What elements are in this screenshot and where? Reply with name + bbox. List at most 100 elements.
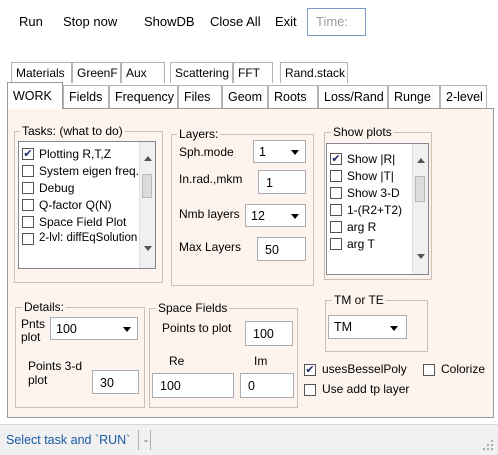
chevron-down-icon [291, 150, 299, 155]
tab-fft[interactable]: FFT [233, 62, 273, 83]
list-item[interactable]: 1-(R2+T2) [329, 202, 411, 219]
list-item[interactable]: ✔ Plotting R,T,Z [21, 146, 139, 163]
tab-rand-stack[interactable]: Rand.stack [280, 62, 348, 83]
re-input[interactable]: 100 [152, 373, 234, 398]
use-add-layer-label: Use add tp layer [322, 382, 410, 396]
tab-greenf[interactable]: GreenF [72, 62, 121, 83]
plot-checkbox[interactable] [330, 170, 342, 182]
task-label: 2-lvl: diffEqSolution [39, 232, 138, 244]
task-checkbox[interactable] [22, 182, 34, 194]
chevron-down-icon [291, 214, 299, 219]
plot-checkbox[interactable] [330, 238, 342, 250]
show-plots-list[interactable]: ✔ Show |R| Show |T| Show 3-D 1-(R2+T2) a… [326, 143, 429, 275]
space-fields-title: Space Fields [156, 301, 230, 315]
scroll-down-icon[interactable] [417, 254, 425, 259]
tm-te-select[interactable]: TM [328, 315, 407, 339]
run-menu-item[interactable]: Run [19, 14, 43, 29]
tab-scattering[interactable]: Scattering [170, 62, 233, 83]
list-item[interactable]: 2-lvl: diffEqSolution [21, 231, 139, 248]
status-bar: Select task and `RUN` - [0, 424, 498, 455]
use-add-layer-checkbox[interactable] [304, 384, 316, 396]
in-rad-input[interactable]: 1 [258, 170, 306, 194]
nmb-layers-select[interactable]: 12 [245, 204, 306, 227]
list-item[interactable]: arg T [329, 236, 411, 253]
chevron-down-icon [123, 327, 131, 332]
list-item[interactable]: Debug [21, 180, 139, 197]
stop-now-menu-item[interactable]: Stop now [63, 14, 117, 29]
layers-title: Layers: [177, 127, 221, 141]
list-item[interactable]: Show |T| [329, 168, 411, 185]
uses-bessel-checkbox[interactable]: ✔ [304, 364, 316, 376]
sph-mode-select[interactable]: 1 [253, 140, 306, 163]
scroll-thumb[interactable] [415, 176, 425, 202]
colorize-label: Colorize [441, 362, 486, 376]
tab-materials[interactable]: Materials [11, 62, 72, 83]
tab-2-level[interactable]: 2-level [440, 85, 487, 108]
tab-runge[interactable]: Runge [388, 85, 440, 108]
list-item[interactable]: Show 3-D [329, 185, 411, 202]
nmb-layers-value: 12 [251, 209, 265, 223]
scroll-up-icon[interactable] [417, 158, 425, 163]
max-layers-label: Max Layers [179, 240, 242, 254]
task-label: Plotting R,T,Z [39, 147, 112, 161]
plot-checkbox[interactable] [330, 187, 342, 199]
points-3d-input[interactable]: 30 [92, 370, 139, 394]
list-item[interactable]: Space Field Plot [21, 214, 139, 231]
close-all-menu-item[interactable]: Close All [210, 14, 261, 29]
tab-frequency[interactable]: Frequency [109, 85, 178, 108]
tab-aux[interactable]: Aux [121, 62, 165, 83]
status-message: Select task and `RUN` [6, 433, 131, 447]
plot-checkbox[interactable] [330, 221, 342, 233]
tab-roots[interactable]: Roots [268, 85, 318, 108]
task-label: Debug [39, 181, 75, 195]
status-extra: - [144, 433, 148, 447]
points-to-plot-input[interactable]: 100 [245, 321, 293, 346]
plot-label: arg R [347, 220, 377, 234]
list-item[interactable]: Q-factor Q(N) [21, 197, 139, 214]
im-label: Im [254, 354, 268, 368]
menu-bar: Run Stop now ShowDB Close All Exit Time: [0, 0, 498, 52]
max-layers-input[interactable]: 50 [257, 237, 306, 261]
tasks-scrollbar[interactable] [139, 142, 155, 268]
uses-bessel-label: usesBesselPoly [322, 362, 407, 376]
tab-files[interactable]: Files [178, 85, 222, 108]
task-checkbox[interactable]: ✔ [22, 148, 34, 160]
points-to-plot-label: Points to plot [162, 321, 232, 335]
tab-fields[interactable]: Fields [63, 85, 109, 108]
tab-geom[interactable]: Geom [222, 85, 268, 108]
list-item[interactable]: arg R [329, 219, 411, 236]
tasks-list[interactable]: ✔ Plotting R,T,Z System eigen freq. Debu… [18, 141, 156, 269]
plot-label: Show |T| [347, 169, 394, 183]
exit-menu-item[interactable]: Exit [275, 14, 297, 29]
scroll-thumb[interactable] [142, 174, 152, 198]
task-checkbox[interactable] [22, 233, 34, 245]
plot-checkbox[interactable] [330, 204, 342, 216]
list-item[interactable]: ✔ Show |R| [329, 151, 411, 168]
showdb-menu-item[interactable]: ShowDB [144, 14, 195, 29]
task-label: Space Field Plot [39, 215, 127, 229]
colorize-checkbox[interactable] [423, 364, 435, 376]
tab-loss-rand[interactable]: Loss/Rand [318, 85, 388, 108]
tm-te-value: TM [334, 320, 353, 334]
chevron-down-icon [390, 326, 398, 331]
tab-work[interactable]: WORK [7, 82, 63, 109]
nmb-layers-label: Nmb layers [179, 207, 240, 221]
task-checkbox[interactable] [22, 199, 34, 211]
tasks-title: Tasks: (what to do) [20, 124, 125, 138]
scroll-down-icon[interactable] [144, 246, 152, 251]
status-divider [138, 430, 139, 450]
plot-label: Show |R| [347, 152, 396, 166]
im-input[interactable]: 0 [240, 373, 294, 398]
resize-grip-icon[interactable] [482, 439, 494, 451]
time-field[interactable]: Time: [307, 8, 366, 36]
task-checkbox[interactable] [22, 216, 34, 228]
task-checkbox[interactable] [22, 165, 34, 177]
show-plots-scrollbar[interactable] [412, 144, 428, 274]
plot-checkbox[interactable]: ✔ [330, 153, 342, 165]
list-item[interactable]: System eigen freq. [21, 163, 139, 180]
scroll-up-icon[interactable] [144, 156, 152, 161]
work-panel: Tasks: (what to do) ✔ Plotting R,T,Z Sys… [7, 108, 494, 418]
pnts-plot-select[interactable]: 100 [50, 317, 138, 340]
show-plots-title: Show plots [331, 125, 394, 139]
pnts-plot-value: 100 [56, 322, 77, 336]
